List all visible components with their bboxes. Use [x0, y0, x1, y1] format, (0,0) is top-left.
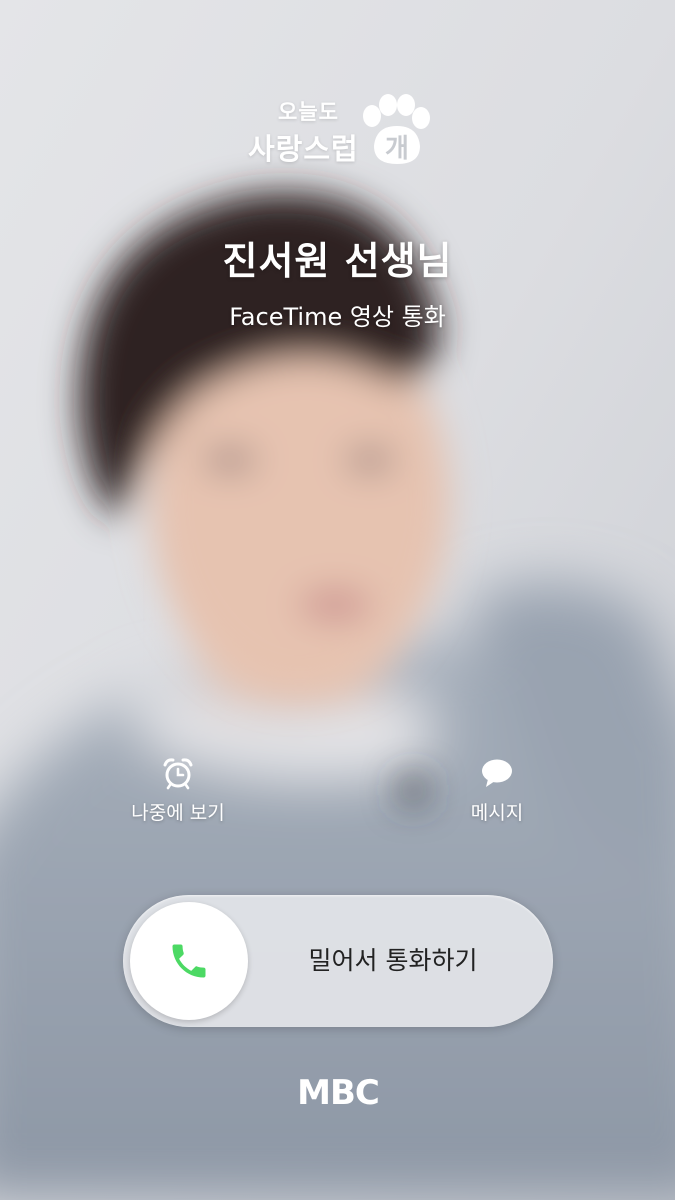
slide-to-answer-track[interactable]: 밀어서 통화하기	[123, 895, 553, 1027]
call-type-label: FaceTime 영상 통화	[229, 303, 446, 331]
logo-paw-text: 개	[385, 134, 409, 164]
incoming-call-screen: 오늘도 사랑스럽 개 진서원 선생님 FaceTime 영상 통화 나중에 보기…	[0, 0, 675, 1200]
mbc-logo-text: MBC	[297, 1073, 379, 1111]
phone-icon	[172, 944, 206, 978]
message-button[interactable]: 메시지	[417, 756, 577, 825]
caller-name: 진서원 선생님	[222, 239, 453, 283]
remind-me-button[interactable]: 나중에 보기	[98, 756, 258, 825]
logo-text-line1: 오늘도	[278, 100, 339, 124]
message-label: 메시지	[470, 802, 524, 824]
logo-text-line2: 사랑스럽	[248, 132, 359, 166]
mbc-logo: MBC	[297, 1073, 380, 1111]
message-bubble-icon	[482, 759, 512, 787]
alarm-clock-icon	[163, 758, 193, 790]
show-logo: 오늘도 사랑스럽 개	[238, 92, 438, 182]
remind-me-label: 나중에 보기	[131, 802, 225, 824]
paw-icon: 개	[363, 94, 430, 164]
slide-to-answer-label: 밀어서 통화하기	[308, 946, 478, 975]
answer-call-knob[interactable]	[130, 902, 248, 1020]
